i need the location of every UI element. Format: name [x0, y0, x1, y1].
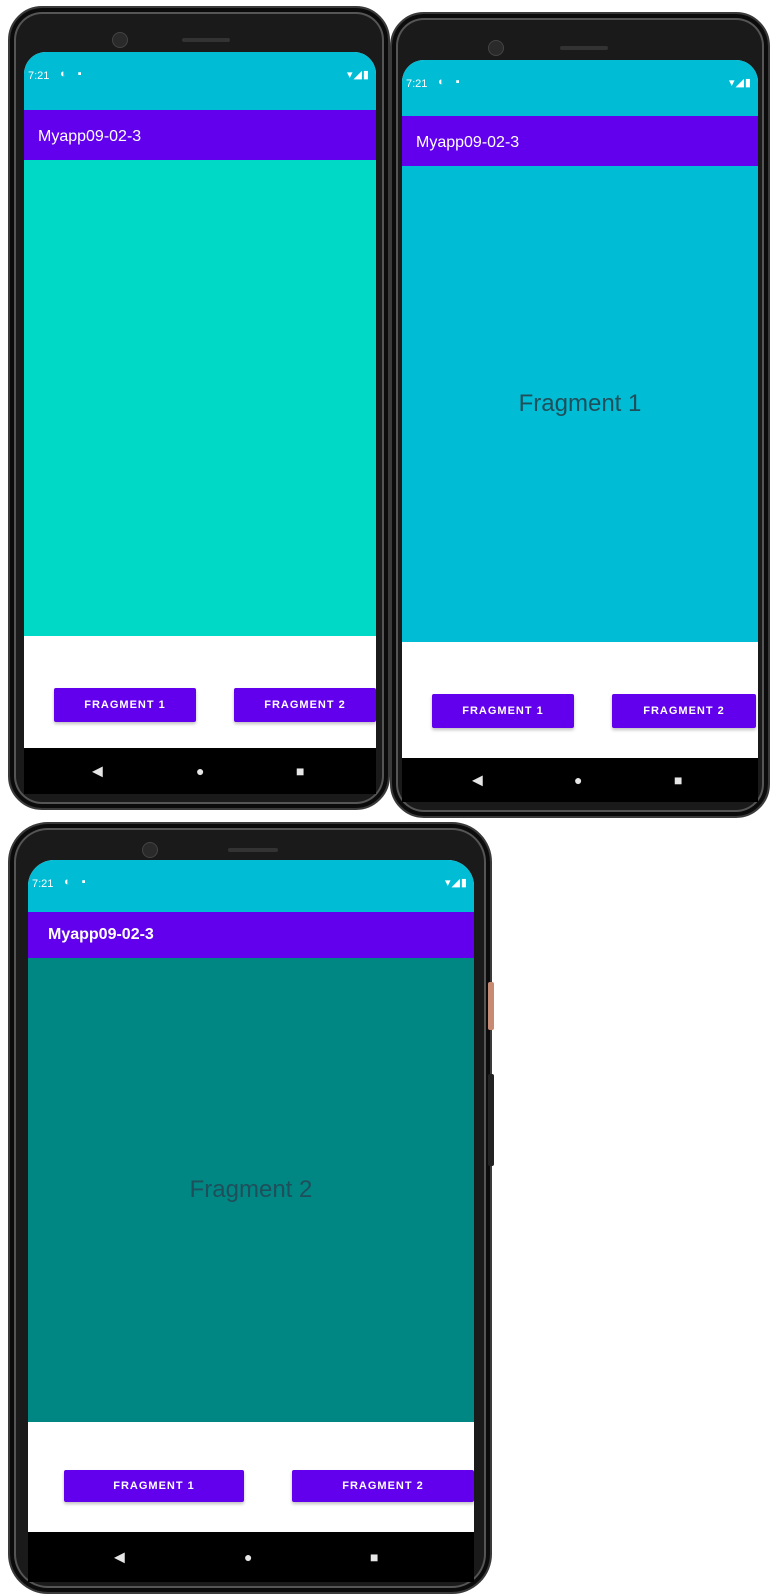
status-time: 7:21: [32, 878, 54, 890]
notification-icons: ◐ ▪: [60, 68, 86, 80]
fragment-2-button[interactable]: FRAGMENT 2: [292, 1470, 474, 1502]
app-title: Myapp09-02-3: [48, 926, 154, 943]
fragment-container: Fragment 2: [28, 958, 474, 1422]
fragment-container: Fragment 1: [402, 166, 758, 642]
front-camera: [112, 32, 128, 48]
notification-icons: ◐ ▪: [438, 76, 464, 88]
fragment-2-button[interactable]: FRAGMENT 2: [612, 694, 756, 728]
fragment-2-button[interactable]: FRAGMENT 2: [234, 688, 376, 722]
front-camera: [142, 842, 158, 858]
recents-button[interactable]: ■: [674, 772, 682, 788]
volume-key: [488, 1074, 494, 1166]
phone-screen-2: 7:21 ◐ ▪ ▾◢▮ Myapp09-02-3 Fragment 1 FRA…: [402, 60, 758, 802]
fragment-label: Fragment 1: [518, 390, 642, 417]
phone-screen-3: 7:21 ◐ ▪ ▾◢▮ Myapp09-02-3 Fragment 2 FRA…: [28, 860, 474, 1582]
status-bar: 7:21 ◐ ▪ ▾◢▮: [402, 60, 758, 116]
signal-battery-icons: ▾◢▮: [728, 77, 752, 89]
home-button[interactable]: ●: [244, 1549, 252, 1565]
app-title: Myapp09-02-3: [416, 134, 520, 151]
phone-screen-1: 7:21 ◐ ▪ ▾◢▮ Myapp09-02-3 FRAGMENT 1 FRA…: [24, 52, 376, 794]
phone-frame-2: 7:21 ◐ ▪ ▾◢▮ Myapp09-02-3 Fragment 1 FRA…: [390, 12, 770, 818]
fragment-container: [24, 160, 376, 636]
back-button[interactable]: ◀: [472, 772, 483, 789]
phone-frame-1: 7:21 ◐ ▪ ▾◢▮ Myapp09-02-3 FRAGMENT 1 FRA…: [8, 6, 390, 810]
power-key: [488, 982, 494, 1030]
notification-icons: ◐ ▪: [64, 876, 90, 888]
fragment-1-button[interactable]: FRAGMENT 1: [64, 1470, 244, 1502]
phone-frame-3: 7:21 ◐ ▪ ▾◢▮ Myapp09-02-3 Fragment 2 FRA…: [8, 822, 494, 1594]
status-time: 7:21: [28, 70, 50, 82]
app-title: Myapp09-02-3: [38, 128, 142, 145]
signal-battery-icons: ▾◢▮: [444, 877, 468, 889]
home-button[interactable]: ●: [196, 763, 204, 779]
signal-battery-icons: ▾◢▮: [346, 69, 370, 81]
home-button[interactable]: ●: [574, 772, 582, 788]
back-button[interactable]: ◀: [114, 1549, 125, 1566]
status-bar: 7:21 ◐ ▪ ▾◢▮: [24, 52, 376, 110]
fragment-1-button[interactable]: FRAGMENT 1: [432, 694, 574, 728]
earpiece-speaker: [560, 46, 608, 50]
app-bar: Myapp09-02-3: [28, 912, 474, 958]
navigation-bar: ◀ ● ■: [24, 748, 376, 794]
fragment-1-button[interactable]: FRAGMENT 1: [54, 688, 196, 722]
app-bar: Myapp09-02-3: [24, 110, 376, 160]
navigation-bar: ◀ ● ■: [28, 1532, 474, 1582]
earpiece-speaker: [182, 38, 230, 42]
recents-button[interactable]: ■: [296, 763, 304, 779]
status-bar: 7:21 ◐ ▪ ▾◢▮: [28, 860, 474, 912]
back-button[interactable]: ◀: [92, 763, 103, 780]
recents-button[interactable]: ■: [370, 1549, 378, 1565]
status-time: 7:21: [406, 78, 428, 90]
navigation-bar: ◀ ● ■: [402, 758, 758, 802]
front-camera: [488, 40, 504, 56]
earpiece-speaker: [228, 848, 278, 852]
app-bar: Myapp09-02-3: [402, 116, 758, 166]
fragment-label: Fragment 2: [189, 1176, 313, 1203]
